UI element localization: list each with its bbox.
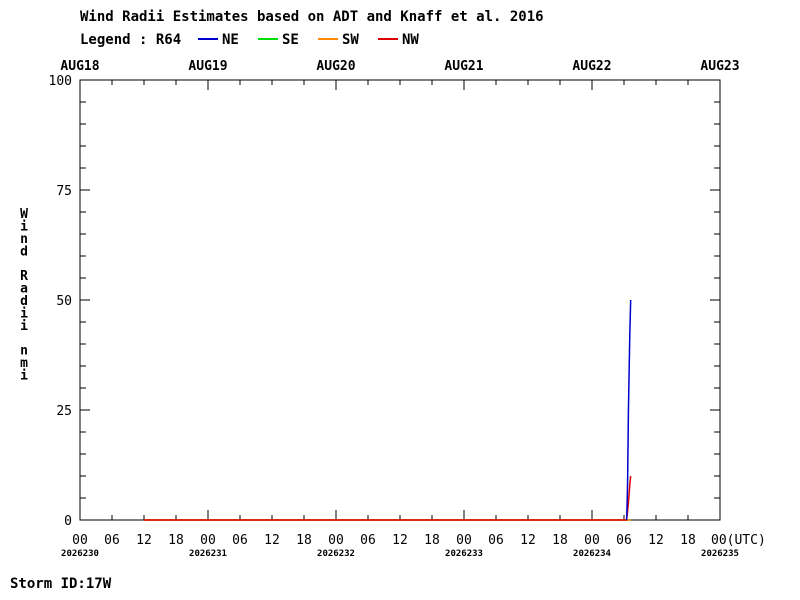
series-layer — [144, 299, 632, 521]
bottom-hour-label: 12 — [264, 533, 280, 548]
bottom-hour-label: 06 — [488, 533, 504, 548]
top-date-axis: AUG18 AUG19 AUG20 AUG21 AUG22 AUG23 — [60, 59, 740, 520]
legend: Legend : R64 NE SE SW NW — [80, 32, 419, 48]
bottom-hour-label: 00 — [328, 533, 344, 548]
bottom-time-axis: 00 06 12 18 00 06 12 18 00 06 12 18 00 06 12 18 00 06 12 18… — [61, 533, 766, 559]
bottom-hour-label: 18 — [168, 533, 184, 548]
series-line-nw — [144, 475, 632, 521]
bottom-hour-label: 12 — [392, 533, 408, 548]
bottom-hour-label: 12 — [520, 533, 536, 548]
top-day-label: AUG23 — [700, 59, 739, 74]
legend-entry-sw: SW — [342, 32, 359, 48]
julian-date-label: 2026230 — [61, 549, 99, 559]
julian-date-label: 2026235 — [701, 549, 739, 559]
top-day-label: AUG18 — [60, 59, 99, 74]
y-tick-label: 25 — [56, 404, 72, 419]
bottom-hour-label: 06 — [232, 533, 248, 548]
y-tick-label: 50 — [56, 294, 72, 309]
y-axis: 0 25 50 75 100 — [49, 74, 720, 529]
plot-frame — [79, 79, 721, 521]
bottom-hour-label: 06 — [616, 533, 632, 548]
bottom-hour-label: 18 — [296, 533, 312, 548]
chart-title: Wind Radii Estimates based on ADT and Kn… — [80, 9, 544, 25]
y-label-char: d — [20, 245, 28, 260]
julian-date-label: 2026232 — [317, 549, 355, 559]
storm-id: Storm ID:17W — [10, 576, 112, 592]
top-day-label: AUG21 — [444, 59, 483, 74]
bottom-hour-label: 18 — [552, 533, 568, 548]
y-tick-label: 100 — [49, 74, 72, 89]
bottom-hour-label: 00 — [200, 533, 216, 548]
bottom-hour-label: 00 — [584, 533, 600, 548]
bottom-hour-label: 12 — [648, 533, 664, 548]
bottom-hour-label: 00 — [456, 533, 472, 548]
top-day-label: AUG20 — [316, 59, 355, 74]
legend-label: Legend : R64 — [80, 32, 181, 48]
bottom-hour-label: 06 — [360, 533, 376, 548]
y-axis-label: WindRadiinmi — [20, 207, 28, 384]
julian-date-label: 2026231 — [189, 549, 227, 559]
y-label-char: i — [20, 369, 28, 384]
wind-radii-chart: Wind Radii Estimates based on ADT and Kn… — [10, 9, 766, 592]
bottom-hour-label: 18 — [680, 533, 696, 548]
legend-entry-nw: NW — [402, 32, 419, 48]
y-label-char: i — [20, 319, 28, 334]
bottom-hour-label: 06 — [104, 533, 120, 548]
julian-date-label: 2026233 — [445, 549, 483, 559]
bottom-hour-label: 00(UTC) — [711, 533, 766, 548]
bottom-hour-label: 18 — [424, 533, 440, 548]
y-tick-label: 75 — [56, 184, 72, 199]
top-day-label: AUG22 — [572, 59, 611, 74]
legend-entry-ne: NE — [222, 32, 239, 48]
y-tick-label: 0 — [64, 514, 72, 529]
bottom-hour-label: 12 — [136, 533, 152, 548]
julian-date-label: 2026234 — [573, 549, 612, 559]
legend-entry-se: SE — [282, 32, 299, 48]
top-day-label: AUG19 — [188, 59, 227, 74]
bottom-hour-label: 00 — [72, 533, 88, 548]
